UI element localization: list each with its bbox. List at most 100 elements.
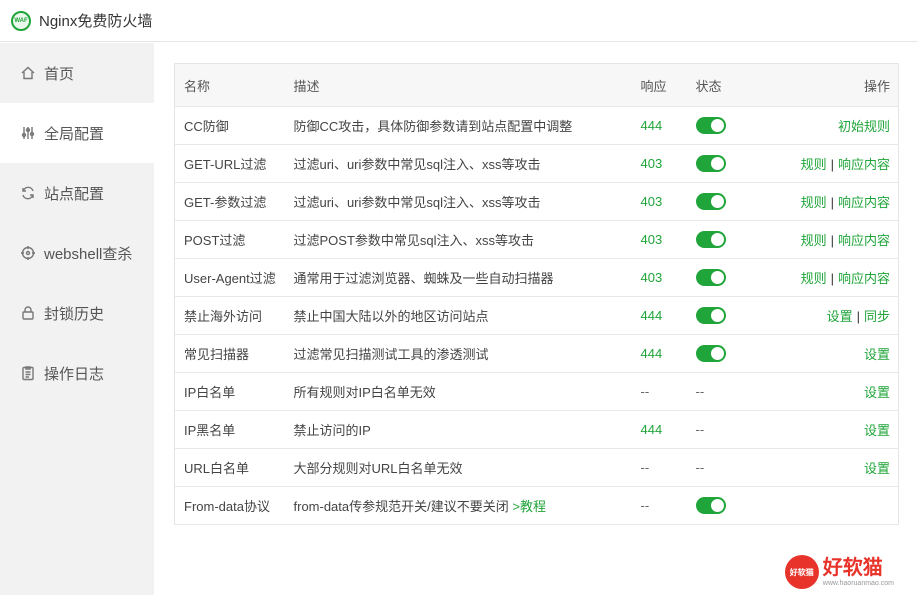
rule-desc-text: 防御CC攻击，具体防御参数请到站点配置中调整 [293, 119, 573, 134]
table-row: 禁止海外访问 禁止中国大陆以外的地区访问站点 444 设置 | 同步 [174, 296, 899, 335]
rule-desc-text: 禁止访问的IP [293, 423, 371, 438]
rule-response: 403 [640, 144, 696, 183]
rule-ops: 设置 [760, 372, 899, 411]
rule-desc: 防御CC攻击，具体防御参数请到站点配置中调整 [293, 106, 641, 145]
table-row: CC防御 防御CC攻击，具体防御参数请到站点配置中调整 444 初始规则 [174, 106, 899, 145]
watermark-cat-icon: 好软猫 [784, 555, 819, 589]
rule-desc: 所有规则对IP白名单无效 [293, 372, 641, 411]
sidebar-item-label: 站点配置 [44, 185, 105, 203]
op-link[interactable]: 规则 [801, 271, 827, 286]
sidebar: 首页全局配置站点配置 webshell查杀封锁历史操作日志 [0, 43, 154, 595]
op-link[interactable]: 响应内容 [838, 271, 890, 286]
rule-desc-text: 过滤POST参数中常见sql注入、xss等攻击 [293, 233, 535, 248]
op-link[interactable]: 响应内容 [838, 195, 890, 210]
rule-desc: 通常用于过滤浏览器、蜘蛛及一些自动扫描器 [293, 258, 641, 297]
sidebar-item-1[interactable]: 全局配置 [0, 103, 154, 163]
ops-separator: | [830, 195, 834, 210]
rule-state: -- [695, 372, 761, 411]
state-text: -- [695, 460, 705, 475]
rule-ops: 设置 | 同步 [760, 296, 899, 335]
rule-response: -- [640, 372, 696, 411]
rule-name: GET-URL过滤 [174, 144, 294, 183]
sidebar-item-5[interactable]: 操作日志 [0, 343, 154, 403]
rule-ops [760, 486, 899, 525]
table-row: IP白名单 所有规则对IP白名单无效 -- -- 设置 [174, 372, 899, 411]
op-link[interactable]: 同步 [864, 309, 890, 324]
rule-state [695, 334, 761, 373]
rule-desc: 过滤常见扫描测试工具的渗透测试 [293, 334, 641, 373]
sidebar-item-label: 封锁历史 [44, 305, 105, 323]
status-toggle[interactable] [695, 155, 726, 173]
rule-state [695, 220, 761, 259]
op-link[interactable]: 设置 [864, 423, 890, 438]
rule-response: 444 [640, 410, 696, 449]
rule-name: GET-参数过滤 [174, 182, 294, 221]
status-toggle[interactable] [695, 497, 726, 515]
rule-state [695, 182, 761, 221]
sidebar-item-3[interactable]: webshell查杀 [0, 223, 154, 283]
ops-separator: | [830, 233, 834, 248]
rule-state: -- [695, 448, 761, 487]
rule-desc: 过滤uri、uri参数中常见sql注入、xss等攻击 [293, 144, 641, 183]
rule-desc-text: 通常用于过滤浏览器、蜘蛛及一些自动扫描器 [293, 271, 554, 286]
title-bar: WAF Nginx免费防火墙 [0, 0, 918, 42]
waf-logo-icon: WAF [11, 10, 31, 31]
home-icon [20, 65, 36, 81]
rule-name: 常见扫描器 [174, 334, 294, 373]
rule-desc: 大部分规则对URL白名单无效 [293, 448, 641, 487]
op-link[interactable]: 规则 [801, 157, 827, 172]
watermark: 好软猫 好软猫 www.haoruanmao.com [784, 555, 894, 589]
status-toggle[interactable] [695, 345, 726, 363]
table-row: From-data协议 from-data传参规范开关/建议不要关闭 >教程 -- [174, 486, 899, 525]
op-link[interactable]: 设置 [864, 461, 890, 476]
watermark-text: 好软猫 [822, 556, 883, 579]
op-link[interactable]: 规则 [801, 195, 827, 210]
lock-icon [20, 305, 36, 321]
clipboard-icon [20, 365, 36, 381]
op-link[interactable]: 响应内容 [838, 157, 890, 172]
rule-name: POST过滤 [174, 220, 294, 259]
rule-response: 444 [640, 106, 696, 145]
header-ops: 操作 [760, 63, 899, 107]
rule-state: -- [695, 410, 761, 449]
sidebar-item-label: 全局配置 [44, 125, 105, 143]
rule-desc: 过滤uri、uri参数中常见sql注入、xss等攻击 [293, 182, 641, 221]
rule-ops: 规则 | 响应内容 [760, 182, 899, 221]
state-text: -- [695, 384, 705, 399]
status-toggle[interactable] [695, 193, 726, 211]
rule-desc: 禁止访问的IP [293, 410, 641, 449]
sidebar-item-0[interactable]: 首页 [0, 43, 154, 103]
rule-desc-text: from-data传参规范开关/建议不要关闭 [293, 499, 509, 514]
rule-desc-text: 过滤uri、uri参数中常见sql注入、xss等攻击 [293, 157, 541, 172]
status-toggle[interactable] [695, 269, 726, 287]
target-icon [20, 245, 36, 261]
rule-ops: 设置 [760, 410, 899, 449]
table-header-row: 名称 描述 响应 状态 操作 [174, 63, 899, 107]
op-link[interactable]: 设置 [864, 385, 890, 400]
rule-ops: 设置 [760, 334, 899, 373]
status-toggle[interactable] [695, 117, 726, 135]
rule-desc: 过滤POST参数中常见sql注入、xss等攻击 [293, 220, 641, 259]
sliders-icon [20, 125, 36, 141]
rule-name: IP白名单 [174, 372, 294, 411]
sidebar-item-2[interactable]: 站点配置 [0, 163, 154, 223]
op-link[interactable]: 设置 [864, 347, 890, 362]
rule-state [695, 296, 761, 335]
rule-ops: 规则 | 响应内容 [760, 144, 899, 183]
table-row: IP黑名单 禁止访问的IP 444 -- 设置 [174, 410, 899, 449]
table-row: POST过滤 过滤POST参数中常见sql注入、xss等攻击 403 规则 | 响应内容 [174, 220, 899, 259]
status-toggle[interactable] [695, 307, 726, 325]
op-link[interactable]: 设置 [827, 309, 853, 324]
op-link[interactable]: 响应内容 [838, 233, 890, 248]
op-link[interactable]: 初始规则 [838, 119, 890, 134]
sidebar-item-4[interactable]: 封锁历史 [0, 283, 154, 343]
ops-separator: | [830, 157, 834, 172]
tutorial-link[interactable]: >教程 [512, 499, 546, 514]
rules-table: 名称 描述 响应 状态 操作 CC防御 防御CC攻击，具体防御参数请到站点配置中调… [174, 63, 899, 525]
op-link[interactable]: 规则 [801, 233, 827, 248]
status-toggle[interactable] [695, 231, 726, 249]
header-name: 名称 [174, 63, 294, 107]
table-row: URL白名单 大部分规则对URL白名单无效 -- -- 设置 [174, 448, 899, 487]
table-row: 常见扫描器 过滤常见扫描测试工具的渗透测试 444 设置 [174, 334, 899, 373]
rule-state [695, 486, 761, 525]
